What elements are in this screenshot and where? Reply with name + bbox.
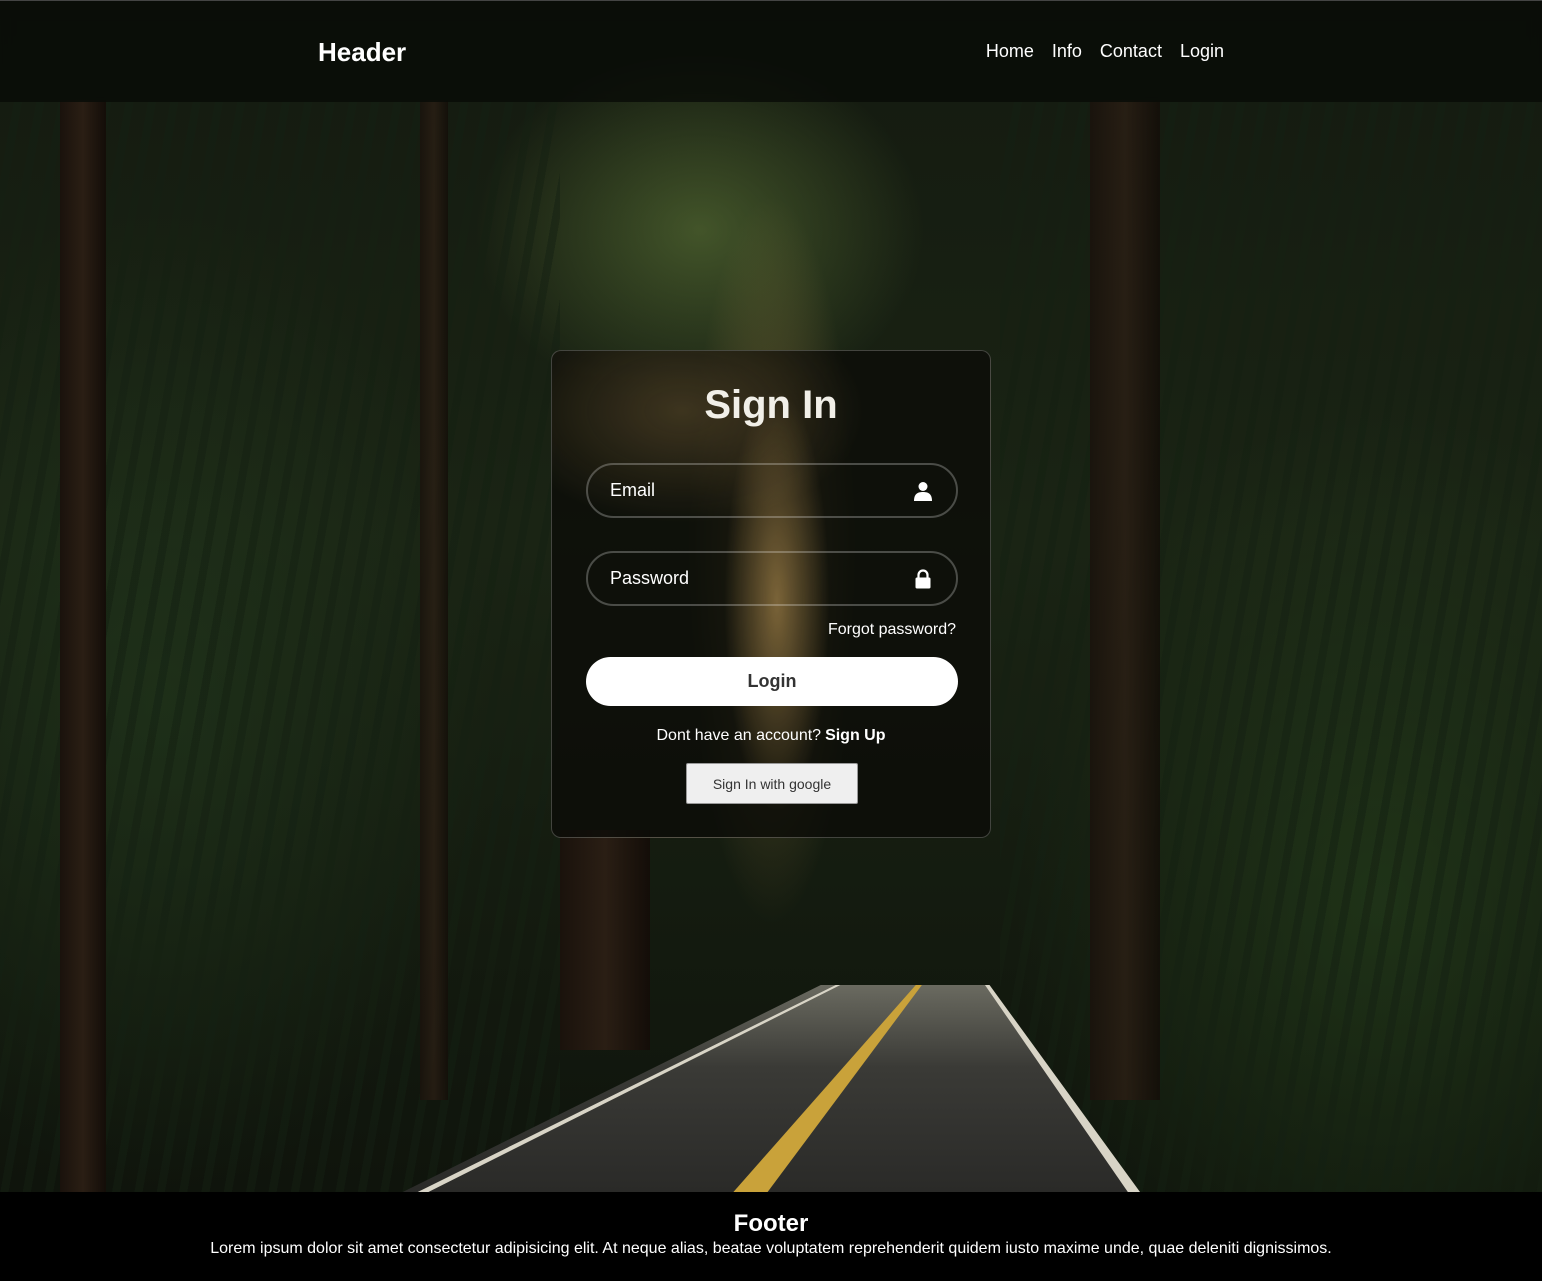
site-logo: Header: [318, 37, 407, 67]
lock-icon: [912, 568, 934, 590]
site-header: Header Home Info Contact Login: [0, 0, 1542, 102]
google-sign-in-button[interactable]: Sign In with google: [686, 763, 858, 804]
tree-trunk: [60, 100, 106, 1192]
main-nav: Home Info Contact Login: [986, 41, 1224, 62]
password-field[interactable]: [586, 551, 958, 606]
sign-up-link[interactable]: Sign Up: [825, 727, 885, 744]
footer-title: Footer: [733, 1210, 809, 1237]
sign-in-title: Sign In: [704, 383, 838, 427]
footer-text: Lorem ipsum dolor sit amet consectetur a…: [210, 1240, 1332, 1257]
user-icon: [912, 480, 934, 502]
password-input[interactable]: [588, 568, 912, 589]
nav-login[interactable]: Login: [1180, 41, 1224, 62]
right-forest: [1000, 100, 1542, 1192]
signup-prompt: Dont have an account? Sign Up: [552, 727, 990, 745]
nav-home[interactable]: Home: [986, 41, 1034, 62]
login-button[interactable]: Login: [586, 657, 958, 706]
nav-info[interactable]: Info: [1052, 41, 1082, 62]
sign-in-card: Sign In Forgot password? Login Dont have…: [551, 350, 991, 838]
site-footer: Footer Lorem ipsum dolor sit amet consec…: [0, 1192, 1542, 1281]
forgot-password-link[interactable]: Forgot password?: [828, 621, 956, 639]
tree-trunk: [420, 100, 448, 1100]
email-input[interactable]: [588, 480, 912, 501]
tree-trunk: [1090, 100, 1160, 1100]
tree-trunk: [560, 830, 650, 1050]
email-field[interactable]: [586, 463, 958, 518]
no-account-text: Dont have an account?: [656, 727, 822, 744]
nav-contact[interactable]: Contact: [1100, 41, 1162, 62]
